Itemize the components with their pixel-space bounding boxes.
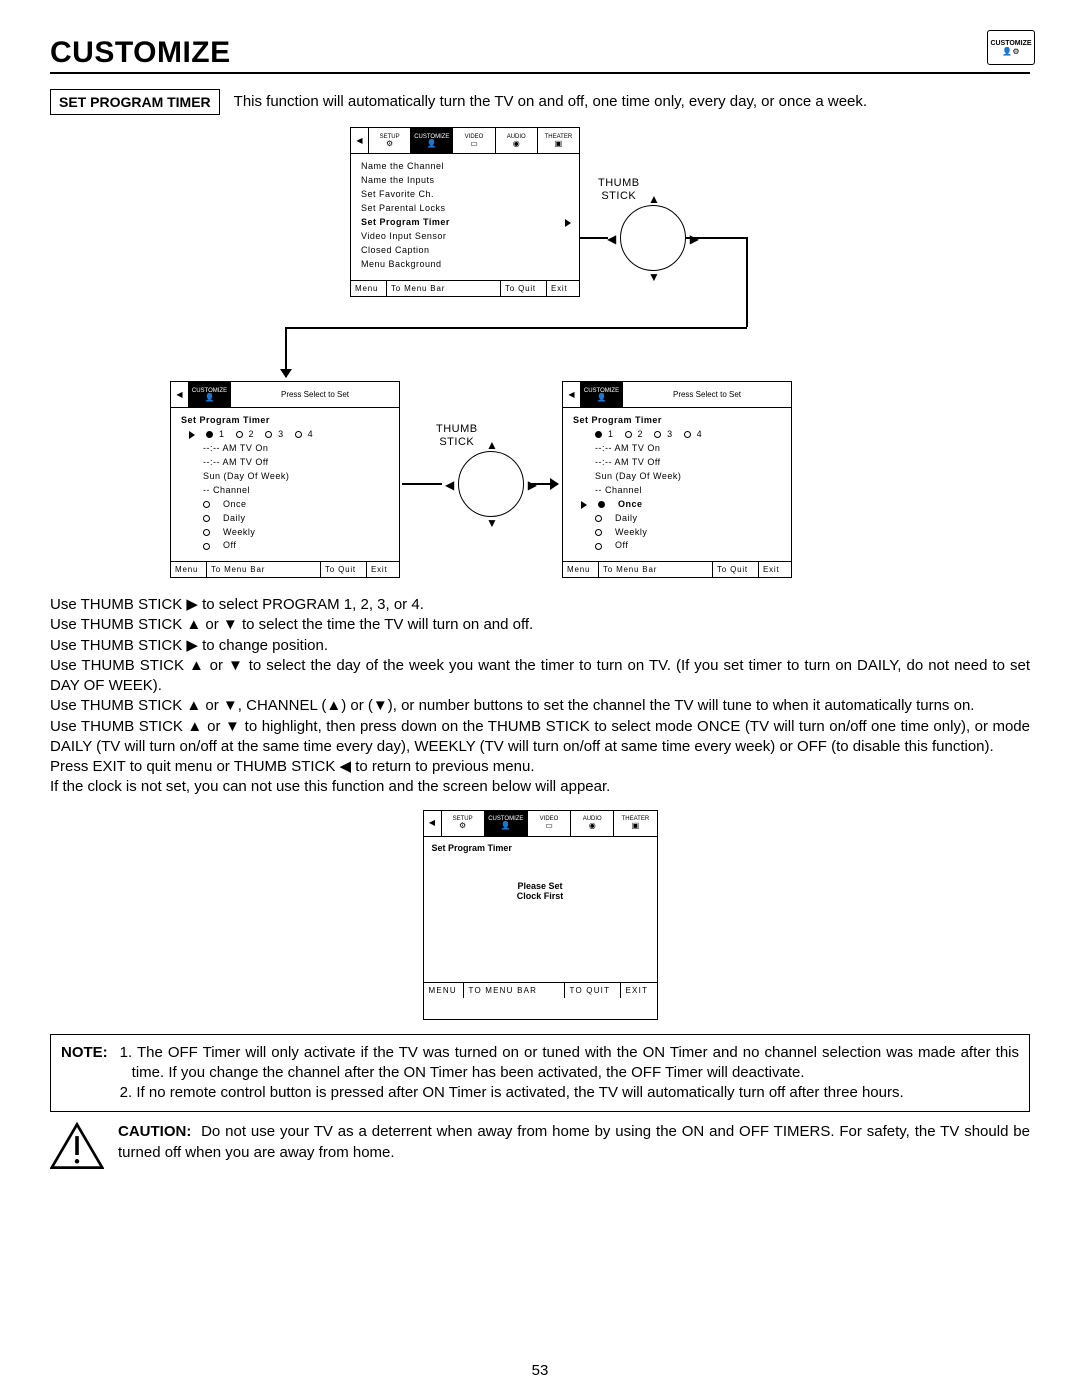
menu-item: Set Parental Locks (361, 202, 571, 216)
foot-menu: MENU (424, 983, 464, 998)
mode-option: Weekly (573, 526, 783, 540)
caution-row: CAUTION: Do not use your TV as a deterre… (50, 1122, 1030, 1170)
section-row: SET PROGRAM TIMER This function will aut… (50, 89, 1030, 115)
tab-video: VIDEO▭ (453, 128, 495, 153)
mode-option: Daily (181, 512, 391, 526)
tab-theater: THEATER▣ (538, 128, 579, 153)
mode-option: Once (181, 498, 391, 512)
timer-line: -- Channel (573, 484, 783, 498)
foot-tomenu: TO MENU BAR (464, 983, 565, 998)
menu-item-selected: Set Program Timer (361, 216, 571, 230)
foot-menu: Menu (171, 562, 207, 577)
tab-customize: CUSTOMIZE👤 (189, 382, 231, 407)
section-label: SET PROGRAM TIMER (50, 89, 220, 115)
thumbstick-icon: ◀ ▶ ▲ ▼ (458, 451, 524, 517)
foot-exit: Exit (367, 562, 399, 577)
warning-icon (50, 1122, 104, 1170)
note-item: 1. The OFF Timer will only activate if t… (128, 1043, 1019, 1084)
foot-tomenu: To Menu Bar (207, 562, 321, 577)
thumbstick-icon: ◀ ▶ ▲ ▼ (620, 205, 686, 271)
clock-not-set-screen: ◀ SETUP⚙ CUSTOMIZE👤 VIDEO▭ AUDIO◉ THEATE… (50, 810, 1030, 1020)
foot-toquit: TO QUIT (565, 983, 621, 998)
foot-menu: Menu (563, 562, 599, 577)
timer-line: Sun (Day Of Week) (573, 470, 783, 484)
tab-video: VIDEO▭ (528, 811, 571, 836)
tab-audio: AUDIO◉ (571, 811, 614, 836)
program-selector: 1 2 3 4 (181, 428, 391, 442)
program-selector: 1 2 3 4 (573, 428, 783, 442)
diagram-area: ◀ SETUP⚙ CUSTOMIZE👤 VIDEO▭ AUDIO◉ THEATE… (50, 127, 1030, 587)
submenu-header: Press Select to Set (623, 382, 791, 407)
tab-setup: SETUP⚙ (369, 128, 411, 153)
foot-exit: Exit (547, 281, 579, 296)
instruction-text: Use THUMB STICK ▶ to select PROGRAM 1, 2… (50, 595, 1030, 798)
mode-option: Off (573, 539, 783, 553)
tab-customize: CUSTOMIZE👤 (581, 382, 623, 407)
foot-toquit: To Quit (501, 281, 547, 296)
timer-line: --:-- AM TV Off (181, 456, 391, 470)
tab-customize: CUSTOMIZE👤 (411, 128, 453, 153)
nav-left-icon: ◀ (424, 811, 442, 836)
mode-option-selected: Once (573, 498, 783, 512)
timer-line: Sun (Day Of Week) (181, 470, 391, 484)
clock-title: Set Program Timer (432, 843, 649, 853)
thumbstick-label: THUMBSTICK (436, 423, 478, 448)
mode-option: Weekly (181, 526, 391, 540)
nav-left-icon: ◀ (563, 382, 581, 407)
timer-line: --:-- AM TV On (573, 442, 783, 456)
menu-item: Video Input Sensor (361, 230, 571, 244)
menu-item: Name the Inputs (361, 174, 571, 188)
thumbstick-label: THUMBSTICK (598, 177, 640, 202)
menu-item: Closed Caption (361, 244, 571, 258)
menu-item: Menu Background (361, 258, 571, 272)
foot-menu: Menu (351, 281, 387, 296)
timer-line: --:-- AM TV On (181, 442, 391, 456)
timer-line: -- Channel (181, 484, 391, 498)
osd-customize-menu: ◀ SETUP⚙ CUSTOMIZE👤 VIDEO▭ AUDIO◉ THEATE… (350, 127, 580, 297)
osd-program-timer-left: ◀ CUSTOMIZE👤 Press Select to Set Set Pro… (170, 381, 400, 578)
mode-option: Daily (573, 512, 783, 526)
page-title: CUSTOMIZE (50, 36, 1030, 74)
caution-text: Do not use your TV as a deterrent when a… (118, 1123, 1030, 1160)
corner-customize-icon: CUSTOMIZE 👤⚙ (987, 30, 1035, 65)
osd-program-timer-right: ◀ CUSTOMIZE👤 Press Select to Set Set Pro… (562, 381, 792, 578)
note-item: 2. If no remote control button is presse… (128, 1083, 1019, 1103)
submenu-title: Set Program Timer (573, 414, 783, 428)
foot-exit: EXIT (621, 983, 657, 998)
foot-tomenu: To Menu Bar (387, 281, 501, 296)
menu-item: Set Favorite Ch. (361, 188, 571, 202)
tab-setup: SETUP⚙ (442, 811, 485, 836)
page-number: 53 (0, 1362, 1080, 1379)
submenu-header: Press Select to Set (231, 382, 399, 407)
timer-line: --:-- AM TV Off (573, 456, 783, 470)
clock-msg: Please SetClock First (476, 881, 605, 903)
submenu-title: Set Program Timer (181, 414, 391, 428)
note-label: NOTE: (61, 1043, 108, 1104)
mode-option: Off (181, 539, 391, 553)
nav-left-icon: ◀ (351, 128, 369, 153)
tab-audio: AUDIO◉ (496, 128, 538, 153)
menu-item: Name the Channel (361, 160, 571, 174)
section-desc: This function will automatically turn th… (234, 89, 867, 110)
foot-exit: Exit (759, 562, 791, 577)
tab-theater: THEATER▣ (614, 811, 656, 836)
foot-toquit: To Quit (713, 562, 759, 577)
note-box: NOTE: 1. The OFF Timer will only activat… (50, 1034, 1030, 1113)
tab-customize: CUSTOMIZE👤 (485, 811, 528, 836)
nav-left-icon: ◀ (171, 382, 189, 407)
caution-label: CAUTION: (118, 1123, 191, 1140)
foot-toquit: To Quit (321, 562, 367, 577)
foot-tomenu: To Menu Bar (599, 562, 713, 577)
